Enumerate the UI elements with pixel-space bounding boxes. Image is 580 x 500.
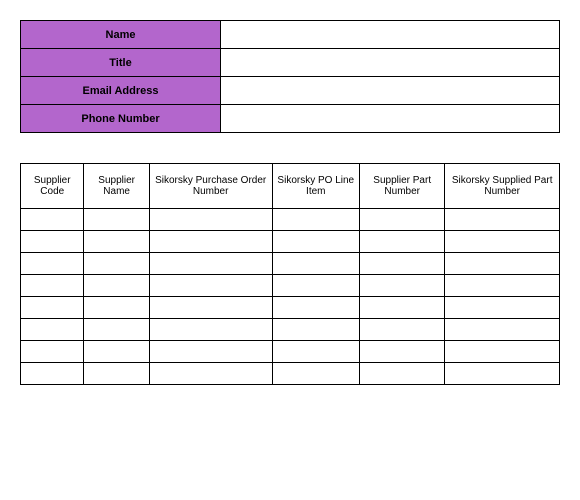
table-cell[interactable] bbox=[445, 209, 560, 231]
table-cell[interactable] bbox=[445, 319, 560, 341]
table-row bbox=[21, 209, 560, 231]
table-cell[interactable] bbox=[149, 297, 272, 319]
table-row bbox=[21, 231, 560, 253]
info-form-row: Phone Number bbox=[21, 105, 560, 133]
table-cell[interactable] bbox=[84, 275, 149, 297]
info-label-title: Title bbox=[21, 49, 221, 77]
table-row bbox=[21, 275, 560, 297]
info-form-row: Title bbox=[21, 49, 560, 77]
info-value-email-address[interactable] bbox=[221, 77, 560, 105]
table-cell[interactable] bbox=[272, 319, 360, 341]
table-cell[interactable] bbox=[445, 275, 560, 297]
table-cell[interactable] bbox=[149, 209, 272, 231]
table-cell[interactable] bbox=[272, 275, 360, 297]
table-cell[interactable] bbox=[21, 231, 84, 253]
table-row bbox=[21, 253, 560, 275]
table-cell[interactable] bbox=[445, 297, 560, 319]
data-table: Supplier CodeSupplier NameSikorsky Purch… bbox=[20, 163, 560, 385]
table-cell[interactable] bbox=[21, 363, 84, 385]
table-cell[interactable] bbox=[272, 253, 360, 275]
table-cell[interactable] bbox=[21, 341, 84, 363]
table-cell[interactable] bbox=[360, 209, 445, 231]
info-label-name: Name bbox=[21, 21, 221, 49]
info-form-row: Name bbox=[21, 21, 560, 49]
table-cell[interactable] bbox=[360, 341, 445, 363]
col-header-supplier-code: Supplier Code bbox=[21, 164, 84, 209]
table-row bbox=[21, 297, 560, 319]
table-cell[interactable] bbox=[360, 253, 445, 275]
table-row bbox=[21, 363, 560, 385]
table-cell[interactable] bbox=[272, 363, 360, 385]
table-cell[interactable] bbox=[445, 363, 560, 385]
table-cell[interactable] bbox=[149, 319, 272, 341]
col-header-sikorsky-part: Sikorsky Supplied Part Number bbox=[445, 164, 560, 209]
table-cell[interactable] bbox=[84, 209, 149, 231]
table-cell[interactable] bbox=[84, 297, 149, 319]
table-cell[interactable] bbox=[360, 319, 445, 341]
info-label-phone-number: Phone Number bbox=[21, 105, 221, 133]
table-cell[interactable] bbox=[360, 231, 445, 253]
table-cell[interactable] bbox=[84, 253, 149, 275]
table-cell[interactable] bbox=[149, 275, 272, 297]
col-header-supplier-name: Supplier Name bbox=[84, 164, 149, 209]
table-cell[interactable] bbox=[84, 341, 149, 363]
table-cell[interactable] bbox=[21, 209, 84, 231]
table-cell[interactable] bbox=[84, 363, 149, 385]
table-cell[interactable] bbox=[272, 209, 360, 231]
info-form-row: Email Address bbox=[21, 77, 560, 105]
table-cell[interactable] bbox=[21, 319, 84, 341]
col-header-po-line: Sikorsky PO Line Item bbox=[272, 164, 360, 209]
table-cell[interactable] bbox=[360, 363, 445, 385]
info-value-phone-number[interactable] bbox=[221, 105, 560, 133]
table-cell[interactable] bbox=[84, 231, 149, 253]
table-cell[interactable] bbox=[272, 231, 360, 253]
info-label-email-address: Email Address bbox=[21, 77, 221, 105]
table-cell[interactable] bbox=[21, 275, 84, 297]
table-cell[interactable] bbox=[21, 253, 84, 275]
table-cell[interactable] bbox=[272, 341, 360, 363]
table-cell[interactable] bbox=[445, 253, 560, 275]
col-header-po-number: Sikorsky Purchase Order Number bbox=[149, 164, 272, 209]
table-cell[interactable] bbox=[149, 363, 272, 385]
table-cell[interactable] bbox=[149, 231, 272, 253]
table-cell[interactable] bbox=[149, 341, 272, 363]
table-row bbox=[21, 319, 560, 341]
col-header-supplier-part: Supplier Part Number bbox=[360, 164, 445, 209]
table-cell[interactable] bbox=[360, 297, 445, 319]
table-cell[interactable] bbox=[360, 275, 445, 297]
info-form-table: NameTitleEmail AddressPhone Number bbox=[20, 20, 560, 133]
table-cell[interactable] bbox=[445, 231, 560, 253]
info-value-name[interactable] bbox=[221, 21, 560, 49]
page-container: NameTitleEmail AddressPhone Number Suppl… bbox=[0, 0, 580, 500]
table-row bbox=[21, 341, 560, 363]
table-cell[interactable] bbox=[84, 319, 149, 341]
info-value-title[interactable] bbox=[221, 49, 560, 77]
table-cell[interactable] bbox=[149, 253, 272, 275]
table-cell[interactable] bbox=[445, 341, 560, 363]
table-cell[interactable] bbox=[272, 297, 360, 319]
table-cell[interactable] bbox=[21, 297, 84, 319]
